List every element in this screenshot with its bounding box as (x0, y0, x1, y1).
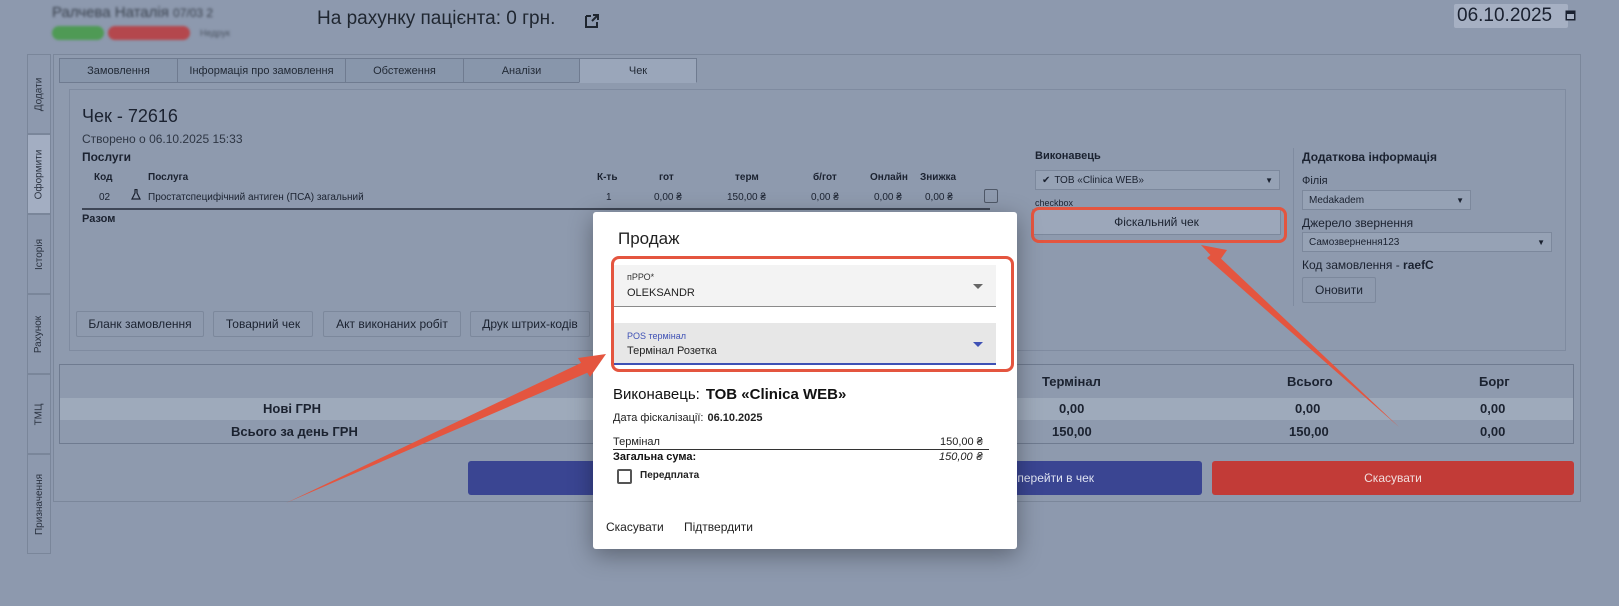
arrow-to-fiscal-button (1207, 252, 1399, 427)
annotation-arrows (286, 245, 1399, 503)
arrow-to-dialog (286, 362, 589, 503)
